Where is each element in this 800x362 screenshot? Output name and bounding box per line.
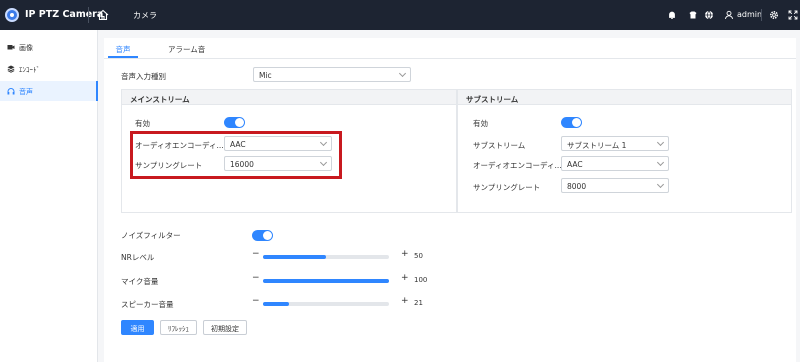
slider-fill (263, 302, 290, 306)
sub-encode-label: オーディオエンコーディ... (473, 161, 562, 170)
default-button[interactable]: 初期設定 (203, 320, 247, 335)
nr-level-label: NRレベル (121, 253, 155, 262)
chevron-down-icon (656, 138, 665, 147)
audio-input-select[interactable]: Mic (253, 67, 411, 82)
increase-button[interactable]: + (401, 296, 409, 306)
main-panel: 音声 アラーム音 音声入力種別 Mic メインストリーム 有効 オーディオエンコ… (104, 38, 796, 362)
sub-stream-label: サブストリーム (473, 141, 526, 150)
bell-icon[interactable] (667, 10, 677, 20)
mic-volume-value: 100 (414, 276, 428, 284)
sub-stream-title: サブストリーム (466, 95, 519, 104)
sidebar-item-label: 画像 (19, 44, 33, 52)
nr-level-value: 50 (414, 252, 423, 260)
sidebar-item-encode[interactable]: ｴﾝｺｰﾄﾞ (0, 59, 98, 79)
main-enable-label: 有効 (135, 119, 150, 128)
divider (761, 9, 762, 21)
camera-icon (7, 45, 15, 50)
main-enable-toggle[interactable] (224, 117, 245, 128)
shirt-icon[interactable] (688, 10, 698, 20)
increase-button[interactable]: + (401, 273, 409, 283)
panel-header: メインストリーム (122, 90, 456, 105)
sub-rate-label: サンプリングレート (473, 183, 541, 192)
sub-rate-select[interactable]: 8000 (561, 178, 669, 193)
logo (5, 8, 19, 22)
decrease-button[interactable]: − (252, 296, 260, 306)
chevron-down-icon (398, 69, 407, 78)
chevron-down-icon (656, 180, 665, 189)
slider-fill (263, 279, 389, 283)
mic-volume-label: マイク音量 (121, 277, 159, 286)
slider-fill (263, 255, 326, 259)
sub-rate-value: 8000 (567, 182, 587, 191)
sidebar-item-audio[interactable]: 音声 (0, 81, 98, 101)
layers-icon (7, 65, 15, 73)
sub-stream-panel: サブストリーム (457, 89, 792, 213)
sub-stream-value: サブストリーム 1 (567, 141, 627, 150)
tab-audio[interactable]: 音声 (108, 38, 138, 58)
decrease-button[interactable]: − (252, 273, 260, 283)
panel-header: サブストリーム (458, 90, 791, 105)
sidebar-item-label: 音声 (19, 88, 33, 96)
globe-icon[interactable] (704, 10, 714, 20)
chevron-down-icon (656, 158, 665, 167)
speaker-volume-value: 21 (414, 299, 423, 307)
sub-encode-select[interactable]: AAC (561, 156, 669, 171)
sidebar-item-label: ｴﾝｺｰﾄﾞ (19, 66, 40, 74)
nav-title: カメラ (133, 11, 157, 20)
audio-input-label: 音声入力種別 (121, 72, 166, 81)
decrease-button[interactable]: − (252, 249, 260, 259)
tab-divider (104, 58, 796, 59)
sub-enable-toggle[interactable] (561, 117, 582, 128)
audio-input-value: Mic (259, 71, 272, 80)
apply-button[interactable]: 適用 (121, 320, 154, 335)
user-icon[interactable] (724, 10, 734, 20)
top-bar: IP PTZ Camera カメラ admin (0, 0, 800, 30)
increase-button[interactable]: + (401, 249, 409, 259)
noise-filter-toggle[interactable] (252, 230, 273, 241)
noise-filter-label: ノイズフィルター (121, 231, 181, 240)
highlight-box (130, 131, 342, 179)
tab-alarm-sound[interactable]: アラーム音 (168, 38, 205, 58)
sub-enable-label: 有効 (473, 119, 488, 128)
divider (88, 7, 89, 23)
app-title: IP PTZ Camera (25, 9, 104, 20)
sub-stream-select[interactable]: サブストリーム 1 (561, 136, 669, 151)
mic-volume-slider[interactable] (263, 279, 389, 283)
home-icon[interactable] (97, 9, 109, 21)
refresh-button[interactable]: ﾘﾌﾚｯｼｭ (160, 320, 197, 335)
sidebar-item-image[interactable]: 画像 (0, 37, 98, 57)
sidebar: 画像 ｴﾝｺｰﾄﾞ 音声 (0, 30, 98, 362)
sub-encode-value: AAC (567, 160, 583, 169)
speaker-volume-label: スピーカー音量 (121, 300, 174, 309)
fullscreen-icon[interactable] (788, 10, 798, 20)
headphones-icon (7, 88, 15, 95)
main-stream-title: メインストリーム (130, 95, 190, 104)
speaker-volume-slider[interactable] (263, 302, 389, 306)
gear-icon[interactable] (769, 10, 779, 20)
nr-level-slider[interactable] (263, 255, 389, 259)
user-name[interactable]: admin (737, 10, 762, 19)
